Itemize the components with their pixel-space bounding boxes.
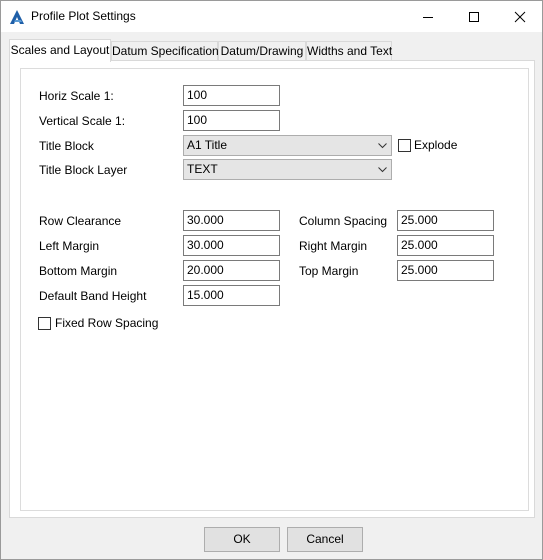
explode-checkbox[interactable] — [398, 139, 411, 152]
horiz-scale-label: Horiz Scale 1: — [39, 89, 114, 103]
close-button[interactable] — [497, 1, 543, 32]
tab-datum-specification[interactable]: Datum Specification — [111, 41, 219, 61]
tab-label: Scales and Layout — [10, 43, 110, 57]
top-margin-input[interactable]: 25.000 — [397, 260, 494, 281]
left-margin-label: Left Margin — [39, 239, 100, 253]
title-block-layer-value: TEXT — [187, 162, 218, 176]
minimize-button[interactable] — [405, 1, 451, 32]
row-clearance-label: Row Clearance — [39, 214, 122, 228]
bottom-margin-label: Bottom Margin — [39, 264, 118, 278]
tab-label: Datum/Drawing — [220, 44, 304, 58]
title-block-label: Title Block — [39, 139, 94, 153]
tab-scales-and-layout[interactable]: Scales and Layout — [9, 39, 111, 62]
vertical-scale-input[interactable]: 100 — [183, 110, 280, 131]
row-clearance-input[interactable]: 30.000 — [183, 210, 280, 231]
cancel-button[interactable]: Cancel — [287, 527, 363, 552]
fixed-row-spacing-label: Fixed Row Spacing — [55, 316, 159, 330]
bottom-margin-input[interactable]: 20.000 — [183, 260, 280, 281]
explode-label: Explode — [414, 138, 458, 152]
title-block-value: A1 Title — [187, 138, 228, 152]
minimize-icon — [423, 16, 433, 18]
default-band-height-label: Default Band Height — [39, 289, 147, 303]
close-icon — [514, 11, 526, 22]
autodesk-app-icon — [9, 9, 25, 25]
horiz-scale-input[interactable]: 100 — [183, 85, 280, 106]
top-margin-label: Top Margin — [299, 264, 359, 278]
chevron-down-icon — [378, 143, 387, 149]
tab-widths-and-text[interactable]: Widths and Text — [306, 41, 392, 61]
title-block-layer-label: Title Block Layer — [39, 163, 128, 177]
dialog-window: Profile Plot Settings Scales and Layout … — [0, 0, 543, 560]
vertical-scale-label: Vertical Scale 1: — [39, 114, 126, 128]
maximize-button[interactable] — [451, 1, 497, 32]
title-bar[interactable]: Profile Plot Settings — [1, 1, 542, 32]
title-block-select[interactable]: A1 Title — [183, 135, 392, 156]
ok-button[interactable]: OK — [204, 527, 280, 552]
fixed-row-spacing-checkbox[interactable] — [38, 317, 51, 330]
tab-datum-drawing[interactable]: Datum/Drawing — [218, 41, 306, 61]
column-spacing-input[interactable]: 25.000 — [397, 210, 494, 231]
right-margin-label: Right Margin — [299, 239, 368, 253]
maximize-icon — [469, 11, 479, 22]
right-margin-input[interactable]: 25.000 — [397, 235, 494, 256]
tab-label: Datum Specification — [112, 44, 219, 58]
default-band-height-input[interactable]: 15.000 — [183, 285, 280, 306]
chevron-down-icon — [378, 167, 387, 173]
left-margin-input[interactable]: 30.000 — [183, 235, 280, 256]
title-block-layer-select[interactable]: TEXT — [183, 159, 392, 180]
column-spacing-label: Column Spacing — [299, 214, 388, 228]
window-title: Profile Plot Settings — [31, 9, 136, 23]
tab-label: Widths and Text — [307, 44, 393, 58]
